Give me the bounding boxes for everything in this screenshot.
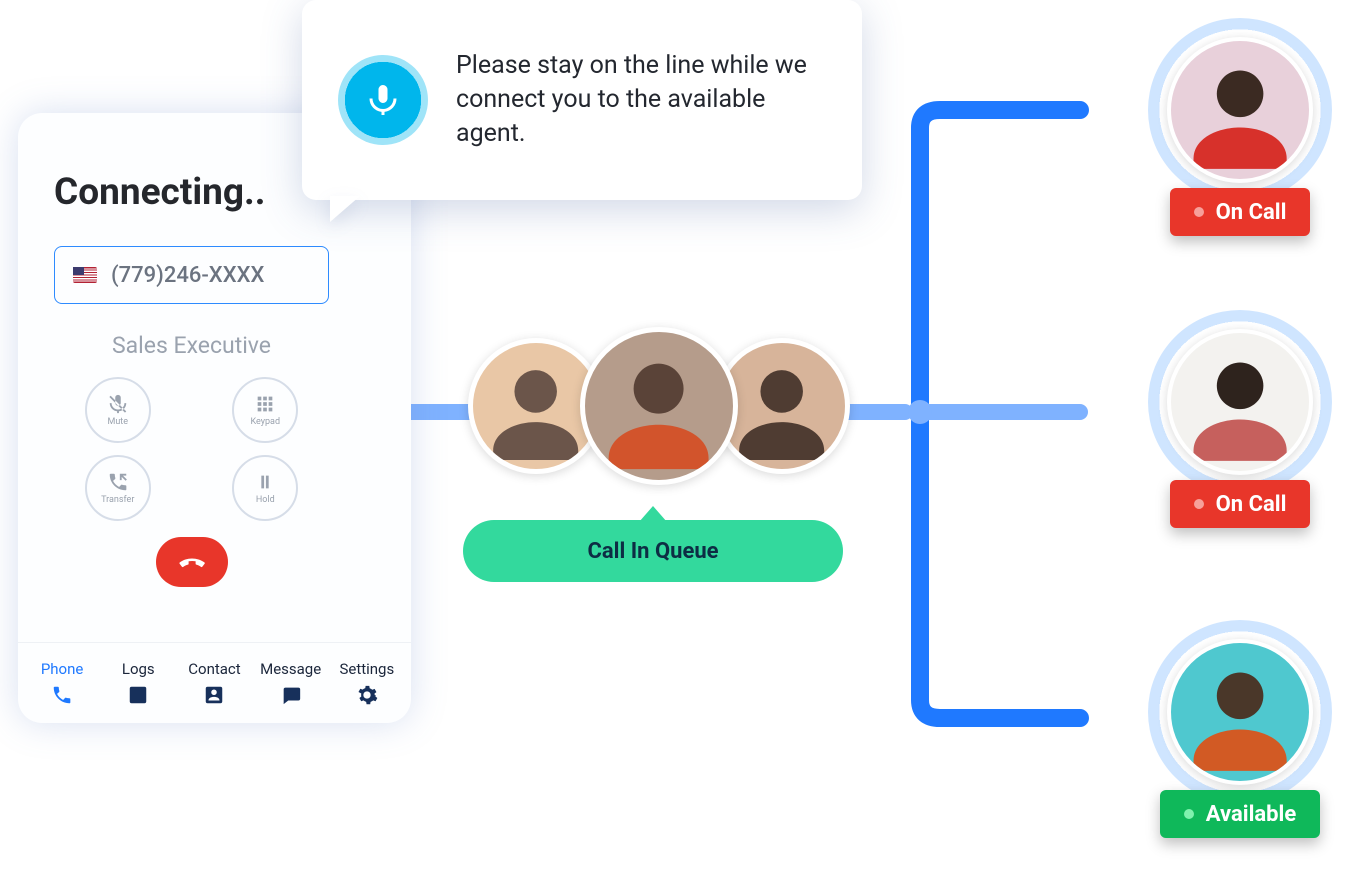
microphone-badge (338, 55, 428, 145)
agent-1-status-badge: On Call (1170, 188, 1311, 236)
agent-avatar-ring (1148, 620, 1332, 804)
queue-pill-label: Call In Queue (587, 539, 718, 564)
agent-avatar-ring (1148, 310, 1332, 494)
hold-button[interactable]: Hold (232, 455, 298, 521)
agent-1-status-label: On Call (1216, 200, 1287, 225)
ivr-message-bubble: Please stay on the line while we connect… (302, 0, 862, 200)
mute-label: Mute (107, 417, 128, 427)
status-dot-icon (1184, 809, 1194, 819)
tab-phone-label: Phone (41, 660, 84, 678)
agent-avatar-ring (1148, 18, 1332, 202)
agent-1: On Call (1140, 18, 1340, 236)
agent-2-avatar (1167, 329, 1313, 475)
mute-icon (107, 393, 129, 415)
transfer-button[interactable]: Transfer (85, 455, 151, 521)
agent-2: On Call (1140, 310, 1340, 528)
message-icon (280, 684, 302, 706)
agent-3-status-label: Available (1206, 802, 1297, 827)
agent-3-avatar (1167, 639, 1313, 785)
tab-contact-label: Contact (188, 660, 240, 678)
queue-caller-avatar-2 (580, 327, 738, 485)
bottom-tabs: Phone Logs Contact Message Settings (18, 642, 411, 723)
queue-pill: Call In Queue (463, 520, 843, 582)
agent-2-status-label: On Call (1216, 492, 1287, 517)
tab-message-label: Message (260, 660, 321, 678)
logs-icon (127, 684, 149, 706)
us-flag-icon (73, 267, 97, 283)
contact-icon (203, 684, 225, 706)
phone-number-field[interactable]: (779)246-XXXX (54, 246, 329, 304)
tab-settings[interactable]: Settings (332, 660, 402, 706)
hangup-button[interactable] (156, 537, 228, 587)
status-dot-icon (1194, 207, 1204, 217)
agent-3-status-badge: Available (1160, 790, 1321, 838)
transfer-icon (107, 471, 129, 493)
tab-phone[interactable]: Phone (27, 660, 97, 706)
transfer-label: Transfer (101, 495, 134, 505)
tab-logs-label: Logs (122, 660, 155, 678)
agent-2-status-badge: On Call (1170, 480, 1311, 528)
ivr-message-text: Please stay on the line while we connect… (456, 49, 826, 150)
call-controls: Mute Keypad Transfer Hold (54, 377, 329, 521)
mute-button[interactable]: Mute (85, 377, 151, 443)
hold-icon (254, 471, 276, 493)
tab-contact[interactable]: Contact (179, 660, 249, 706)
microphone-icon (365, 82, 401, 118)
status-dot-icon (1194, 499, 1204, 509)
tab-message[interactable]: Message (256, 660, 326, 706)
keypad-button[interactable]: Keypad (232, 377, 298, 443)
tab-logs[interactable]: Logs (103, 660, 173, 706)
queue-avatars (468, 338, 850, 485)
keypad-label: Keypad (250, 417, 280, 427)
keypad-icon (254, 393, 276, 415)
agent-3: Available (1140, 620, 1340, 838)
caller-role-label: Sales Executive (54, 332, 329, 359)
tab-settings-label: Settings (339, 660, 394, 678)
gear-icon (356, 684, 378, 706)
phone-number-value: (779)246-XXXX (111, 263, 264, 288)
phone-icon (51, 684, 73, 706)
hangup-icon (178, 548, 206, 576)
agent-1-avatar (1167, 37, 1313, 183)
hold-label: Hold (256, 495, 275, 505)
